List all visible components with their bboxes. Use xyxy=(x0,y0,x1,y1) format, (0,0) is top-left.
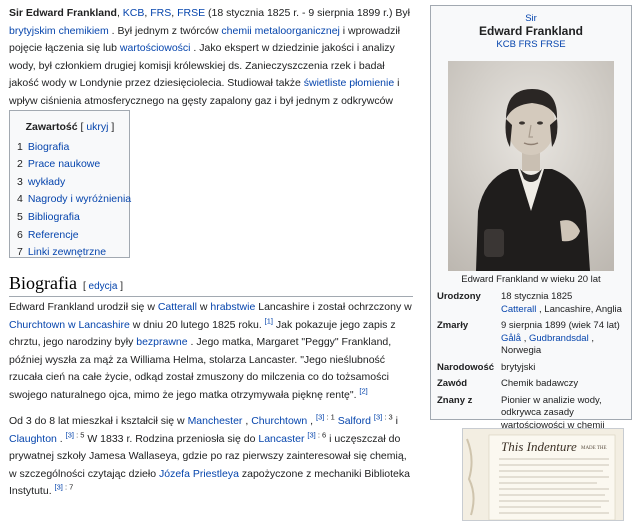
biography-body: Edward Frankland urodził się w Catterall… xyxy=(9,299,413,510)
born-label: Urodzony xyxy=(437,291,481,302)
churchtown-lancashire-link[interactable]: Churchtown w Lancashire xyxy=(9,319,130,331)
ref-3e[interactable]: [3] xyxy=(55,483,63,492)
organometallic-link[interactable]: chemii metaloorganicznej xyxy=(221,25,339,37)
catterall-link[interactable]: Catterall xyxy=(158,301,197,313)
bio-paragraph-1: Edward Frankland urodził się w Catterall… xyxy=(9,301,412,401)
lancaster-link[interactable]: Lancaster xyxy=(258,433,304,445)
indenture-heading: This Indenture xyxy=(501,439,577,454)
ref-1[interactable]: [1] xyxy=(265,316,273,325)
toc-hide-toggle[interactable]: ukryj xyxy=(86,121,108,133)
section-edit: [ edycja ] xyxy=(82,281,124,292)
chemist-link[interactable]: brytyjskim chemikiem xyxy=(9,25,109,37)
ref-3d[interactable]: [3] xyxy=(307,430,315,439)
ref-2[interactable]: [2] xyxy=(359,386,367,395)
died-value: 9 sierpnia 1899 (wiek 74 lat) Gålå , Gud… xyxy=(501,320,620,356)
toc-item-linki[interactable]: 7 Linki zewnętrzne xyxy=(17,244,123,262)
died-place-link-gudbrandsdal[interactable]: Gudbrandsdal xyxy=(529,333,589,344)
infobox-row-born: Urodzony 18 stycznia 1825 Catterall , La… xyxy=(434,289,628,318)
ref-3b[interactable]: [3] xyxy=(374,413,382,422)
toc-title: Zawartość xyxy=(25,121,78,133)
toc-item-referencje[interactable]: 6 Referencje xyxy=(17,227,123,245)
ref-3c[interactable]: [3] xyxy=(66,430,74,439)
infobox-row-occupation: Zawód Chemik badawczy xyxy=(434,376,628,393)
toc-item-wyklady[interactable]: 3 wykłady xyxy=(17,174,123,192)
table-of-contents: Zawartość [ ukryj ] 1 Biografia 2 Prace na… xyxy=(9,110,131,258)
indenture-document-image[interactable]: This Indenture MADE THE xyxy=(462,428,624,521)
toc-item-nagrody[interactable]: 4 Nagrody i wyróżnienia xyxy=(17,191,131,209)
infobox-name: Edward Frankland xyxy=(478,24,584,38)
bio-paragraph-2: Od 3 do 8 lat mieszkał i kształcił się w… xyxy=(9,412,410,497)
infobox-row-died: Zmarły 9 sierpnia 1899 (wiek 74 lat) Gål… xyxy=(434,318,628,360)
infobox-honorific-suffix[interactable]: KCB FRS FRSE xyxy=(434,38,628,51)
indenture-tag: MADE THE xyxy=(581,446,607,451)
valence-link[interactable]: wartościowości xyxy=(120,42,191,54)
occupation-value: Chemik badawczy xyxy=(501,378,579,389)
article-subject-name: Sir Edward Frankland xyxy=(9,7,117,19)
died-place-link-gala[interactable]: Gålå xyxy=(501,333,521,344)
indenture-document-drawing: This Indenture MADE THE xyxy=(463,429,623,520)
kcb-link[interactable]: KCB xyxy=(123,7,145,19)
toc-header: Zawartość [ ukryj ] xyxy=(25,121,115,133)
toc-item-bibliografia[interactable]: 5 Bibliografia xyxy=(17,209,123,227)
illegitimate-link[interactable]: bezprawne xyxy=(136,336,187,348)
section-title: Biografia xyxy=(9,273,77,293)
claughton-link[interactable]: Claughton xyxy=(9,433,57,445)
toc-item-prace-naukowe[interactable]: 2 Prace naukowe xyxy=(17,156,123,174)
nationality-label: Narodowość xyxy=(437,361,495,373)
infobox-row-nationality: Narodowość brytyjski xyxy=(434,360,628,377)
infobox-table: Urodzony 18 stycznia 1825 Catterall , La… xyxy=(434,289,628,434)
frs-link[interactable]: FRS xyxy=(150,7,171,19)
died-label: Zmarły xyxy=(437,320,469,331)
born-place-link[interactable]: Catterall xyxy=(501,304,536,315)
salford-link[interactable]: Salford xyxy=(338,415,371,427)
portrait-caption: Edward Frankland w wieku 20 lat xyxy=(461,274,601,285)
portrait-image[interactable] xyxy=(448,61,614,271)
county-link[interactable]: hrabstwie xyxy=(210,301,255,313)
infobox: Sir Edward Frankland KCB FRS FRSE Edward… xyxy=(430,5,632,431)
occupation-label: Zawód xyxy=(437,378,468,389)
manchester-link[interactable]: Manchester xyxy=(188,415,243,427)
infobox-header: Sir Edward Frankland KCB FRS FRSE xyxy=(434,12,628,51)
nationality-value: brytyjski xyxy=(501,361,536,373)
toc-item-biografia[interactable]: 1 Biografia xyxy=(17,139,123,157)
priestley-link[interactable]: Józefa Priestleya xyxy=(159,468,239,480)
frse-link[interactable]: FRSE xyxy=(177,7,205,19)
luminous-flames-link[interactable]: świetliste płomienie xyxy=(304,77,394,89)
section-heading-biografia: Biografia [ edycja ] xyxy=(9,273,413,297)
churchtown-link[interactable]: Churchtown xyxy=(251,415,307,427)
born-value: 18 stycznia 1825 Catterall , Lancashire,… xyxy=(501,291,622,315)
edit-section-link[interactable]: edycja xyxy=(89,281,118,292)
